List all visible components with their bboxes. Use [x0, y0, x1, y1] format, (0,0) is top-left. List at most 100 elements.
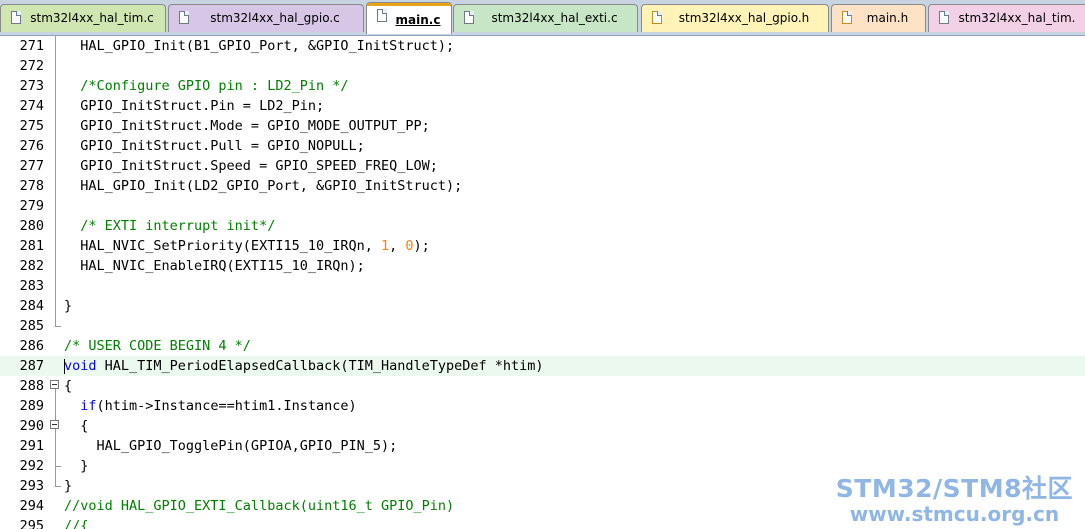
code-line[interactable]: 283 [0, 276, 1085, 296]
fold-guide [47, 316, 63, 336]
code-text: HAL_GPIO_Init(B1_GPIO_Port, &GPIO_InitSt… [64, 36, 454, 56]
fold-guide [47, 236, 63, 256]
line-number: 271 [19, 38, 44, 54]
line-number: 288 [19, 378, 44, 394]
editor-tab-bar: stm32l4xx_hal_tim.c stm32l4xx_hal_gpio.c m… [0, 0, 1085, 36]
code-token: } [64, 458, 89, 474]
tab-stm32l4xx-hal-tim[interactable]: stm32l4xx_hal_tim. [928, 4, 1085, 32]
code-line[interactable]: 290 { [0, 416, 1085, 436]
line-number: 283 [19, 278, 44, 294]
code-text: void HAL_TIM_PeriodElapsedCallback(TIM_H… [64, 356, 544, 376]
fold-guide [47, 56, 63, 76]
line-number: 285 [19, 318, 44, 334]
code-token: } [64, 478, 73, 494]
code-line[interactable]: 288 { [0, 376, 1085, 396]
line-number: 278 [19, 178, 44, 194]
line-number: 272 [19, 58, 44, 74]
code-text: HAL_NVIC_EnableIRQ(EXTI15_10_IRQn); [64, 256, 365, 276]
code-token: HAL_GPIO_Init(LD2_GPIO_Port, &GPIO_InitS… [64, 178, 463, 194]
code-text: /* EXTI interrupt init*/ [64, 216, 275, 236]
code-line[interactable]: 292 } [0, 456, 1085, 476]
code-text: GPIO_InitStruct.Speed = GPIO_SPEED_FREQ_… [64, 156, 438, 176]
code-line[interactable]: 284} [0, 296, 1085, 316]
line-number: 280 [19, 218, 44, 234]
keyword-token: if [80, 398, 97, 414]
code-line[interactable]: 279 [0, 196, 1085, 216]
code-line[interactable]: 278 HAL_GPIO_Init(LD2_GPIO_Port, &GPIO_I… [0, 176, 1085, 196]
code-token: HAL_NVIC_EnableIRQ(EXTI15_10_IRQn); [64, 258, 365, 274]
fold-guide [47, 136, 63, 156]
code-line[interactable]: 277 GPIO_InitStruct.Speed = GPIO_SPEED_F… [0, 156, 1085, 176]
fold-guide [47, 196, 63, 216]
code-text: { [64, 376, 72, 396]
code-text: { [64, 416, 88, 436]
tab-stm32l4xx-hal-tim-c[interactable]: stm32l4xx_hal_tim.c [0, 4, 166, 32]
line-number: 294 [19, 498, 44, 514]
tab-stm32l4xx-hal-gpio-c[interactable]: stm32l4xx_hal_gpio.c [168, 4, 364, 32]
comment-token: //void HAL_GPIO_EXTI_Callback(uint16_t G… [64, 498, 455, 514]
code-token: HAL_GPIO_TogglePin(GPIOA,GPIO_PIN_5); [64, 438, 398, 454]
tab-stm32l4xx-hal-gpio-h[interactable]: stm32l4xx_hal_gpio.h [641, 4, 829, 32]
watermark-url: www.stmcu.org.cn [849, 502, 1060, 526]
text-caret [64, 359, 65, 374]
code-line[interactable]: 275 GPIO_InitStruct.Mode = GPIO_MODE_OUT… [0, 116, 1085, 136]
line-number: 295 [19, 518, 44, 529]
code-editor[interactable]: 271 HAL_GPIO_Init(B1_GPIO_Port, &GPIO_In… [0, 36, 1085, 529]
code-token: GPIO_InitStruct.Pull = GPIO_NOPULL; [64, 138, 365, 154]
code-line[interactable]: 286 /* USER CODE BEGIN 4 */ [0, 336, 1085, 356]
keyword-token: void [64, 358, 97, 374]
code-line[interactable]: 276 GPIO_InitStruct.Pull = GPIO_NOPULL; [0, 136, 1085, 156]
line-number: 284 [19, 298, 44, 314]
code-line[interactable]: 280 /* EXTI interrupt init*/ [0, 216, 1085, 236]
tab-label: main.h [866, 11, 909, 25]
code-line[interactable]: 285 [0, 316, 1085, 336]
fold-guide [47, 356, 63, 376]
line-number: 281 [19, 238, 44, 254]
tab-label: stm32l4xx_hal_gpio.h [678, 11, 810, 25]
code-text: if(htim->Instance==htim1.Instance) [64, 396, 357, 416]
code-text: GPIO_InitStruct.Pull = GPIO_NOPULL; [64, 136, 365, 156]
comment-token: /* EXTI interrupt init*/ [64, 218, 276, 234]
code-text: } [64, 296, 72, 316]
fold-guide [47, 96, 63, 116]
code-token: HAL_TIM_PeriodElapsedCallback(TIM_Handle… [96, 358, 544, 374]
code-line[interactable]: 273 /*Configure GPIO pin : LD2_Pin */ [0, 76, 1085, 96]
code-text: GPIO_InitStruct.Pin = LD2_Pin; [64, 96, 324, 116]
code-text: /* USER CODE BEGIN 4 */ [64, 336, 251, 356]
code-line[interactable]: 282 HAL_NVIC_EnableIRQ(EXTI15_10_IRQn); [0, 256, 1085, 276]
comment-token: //{ [64, 518, 89, 529]
fold-guide [47, 156, 63, 176]
fold-toggle-icon[interactable] [47, 416, 63, 436]
fold-toggle-icon[interactable] [47, 376, 63, 396]
fold-guide [47, 116, 63, 136]
line-number: 287 [19, 358, 44, 374]
code-line[interactable]: 287 void HAL_TIM_PeriodElapsedCallback(TI… [0, 356, 1085, 376]
code-line[interactable]: 291 HAL_GPIO_TogglePin(GPIOA,GPIO_PIN_5)… [0, 436, 1085, 456]
code-line[interactable]: 289 if(htim->Instance==htim1.Instance) [0, 396, 1085, 416]
number-token: 1 [380, 238, 390, 254]
line-number: 279 [19, 198, 44, 214]
code-text: //{ [64, 516, 88, 529]
tab-main-h[interactable]: main.h [831, 4, 926, 32]
code-line[interactable]: 274 GPIO_InitStruct.Pin = LD2_Pin; [0, 96, 1085, 116]
line-number: 276 [19, 138, 44, 154]
code-token: HAL_GPIO_Init(B1_GPIO_Port, &GPIO_InitSt… [64, 38, 455, 54]
code-text: GPIO_InitStruct.Mode = GPIO_MODE_OUTPUT_… [64, 116, 430, 136]
fold-guide [47, 456, 63, 476]
code-line[interactable]: 272 [0, 56, 1085, 76]
tab-stm32l4xx-hal-exti-c[interactable]: stm32l4xx_hal_exti.c [453, 4, 638, 32]
code-token: (htim->Instance==htim1.Instance) [96, 398, 357, 414]
tab-main-c[interactable]: main.c [366, 2, 452, 34]
line-number: 291 [19, 438, 44, 454]
code-line[interactable]: 271 HAL_GPIO_Init(B1_GPIO_Port, &GPIO_In… [0, 36, 1085, 56]
line-number: 274 [19, 98, 44, 114]
fold-guide [47, 276, 63, 296]
line-number: 293 [19, 478, 44, 494]
code-line[interactable]: 281 HAL_NVIC_SetPriority(EXTI15_10_IRQn,… [0, 236, 1085, 256]
fold-guide [47, 476, 63, 496]
site-watermark: STM32/STM8社区 www.stmcu.org.cn [836, 475, 1073, 526]
line-number: 282 [19, 258, 44, 274]
line-number: 292 [19, 458, 44, 474]
tab-label: stm32l4xx_hal_tim. [958, 11, 1076, 25]
code-token: { [64, 378, 73, 394]
